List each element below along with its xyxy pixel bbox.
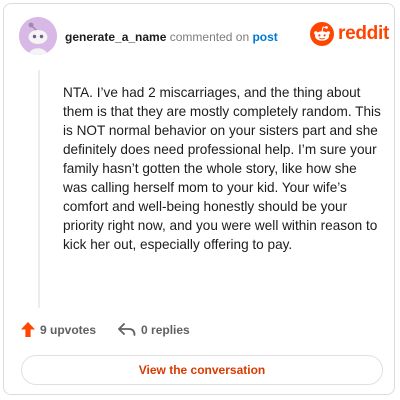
comment-text: NTA. I’ve had 2 miscarriages, and the th…: [63, 85, 381, 252]
comment-card: generate_a_name commented on post reddit…: [3, 3, 395, 395]
snoo-avatar-icon: [19, 17, 57, 55]
commented-on-text: commented on: [169, 30, 250, 44]
reddit-snoo-icon: [310, 22, 334, 46]
reply-arrow-icon: [118, 322, 136, 336]
upvotes-count: 9 upvotes: [40, 322, 97, 337]
thread-line: [38, 70, 40, 308]
comment-header: generate_a_name commented on post: [65, 30, 278, 44]
post-link[interactable]: post: [252, 30, 277, 44]
reddit-wordmark: reddit: [338, 23, 389, 44]
upvote-arrow-icon: [21, 322, 35, 337]
replies-button[interactable]: 0 replies: [118, 323, 190, 337]
user-avatar[interactable]: [19, 17, 57, 55]
reddit-logo[interactable]: reddit: [310, 22, 389, 46]
view-conversation-button[interactable]: View the conversation: [21, 355, 383, 385]
upvote-button[interactable]: 9 upvotes: [21, 322, 96, 337]
comment-actions: 9 upvotes 0 replies: [21, 322, 190, 337]
username-link[interactable]: generate_a_name: [65, 30, 166, 44]
replies-count: 0 replies: [141, 322, 190, 337]
